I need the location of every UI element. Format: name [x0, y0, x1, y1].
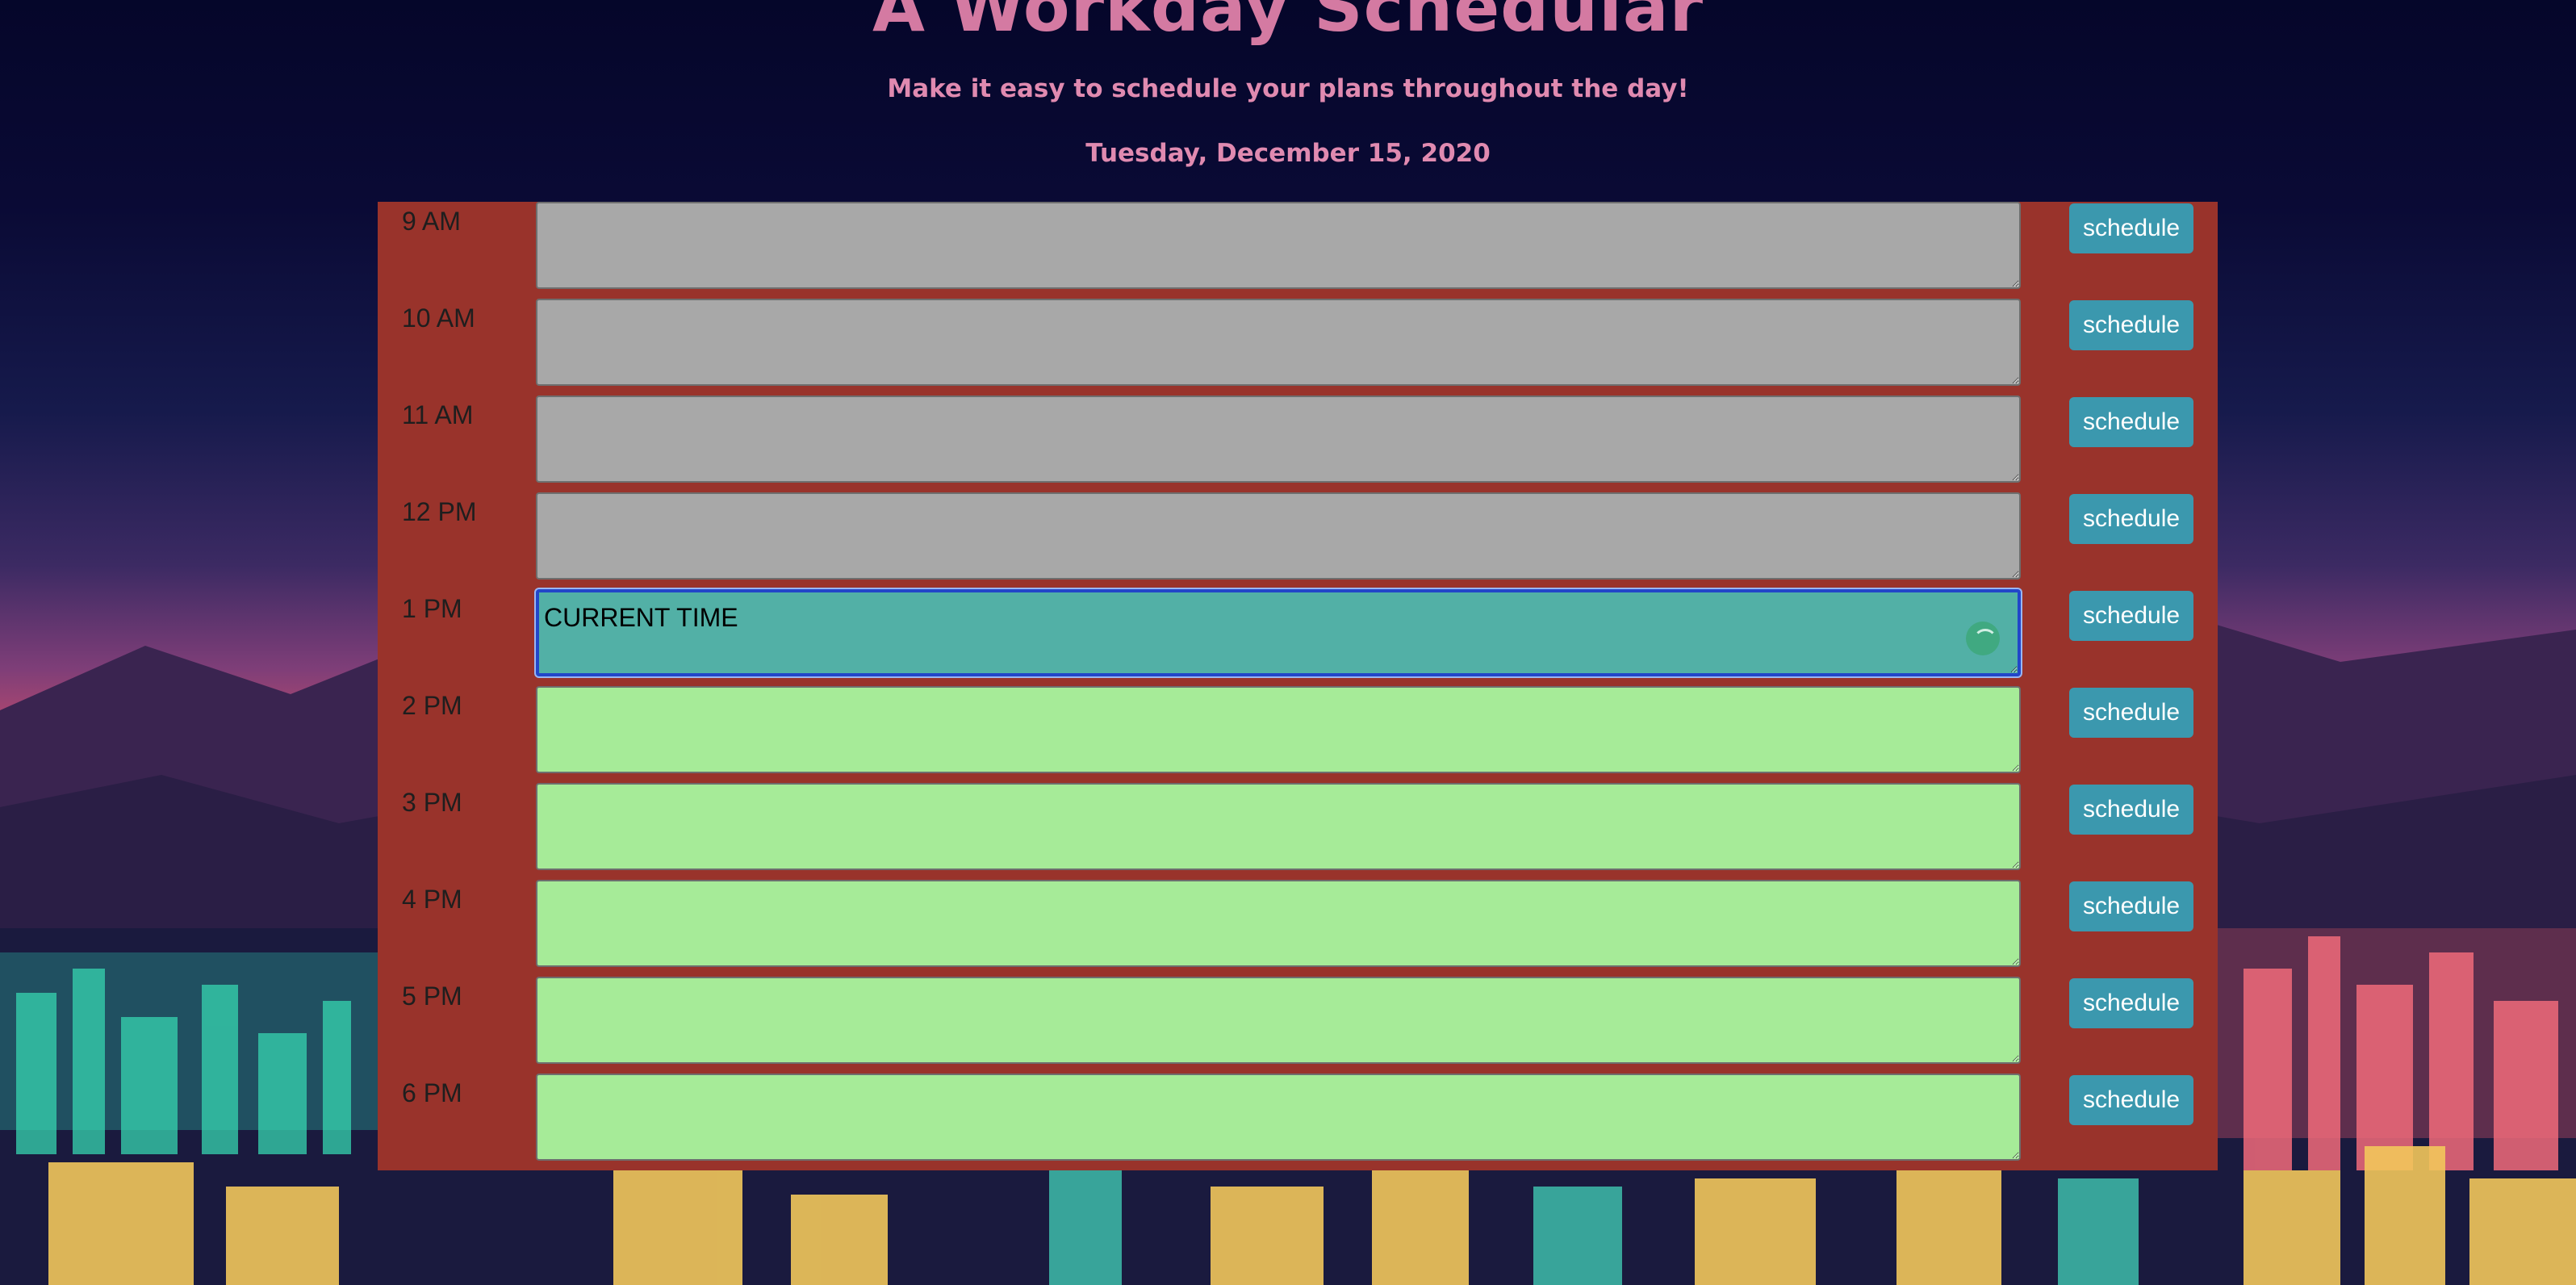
- schedule-button[interactable]: schedule: [2069, 397, 2193, 447]
- hour-label: 6 PM: [402, 1078, 462, 1107]
- event-textarea[interactable]: [536, 880, 2021, 967]
- event-textarea[interactable]: [536, 299, 2021, 386]
- hour-label: 9 AM: [402, 207, 461, 236]
- time-block-row: 2 PM schedule: [378, 686, 2218, 783]
- event-textarea[interactable]: [536, 589, 2021, 676]
- time-block-row: 6 PM schedule: [378, 1074, 2218, 1170]
- hour-label: 5 PM: [402, 982, 462, 1011]
- hour-label: 3 PM: [402, 788, 462, 817]
- loading-spinner-icon: [1966, 622, 2000, 655]
- event-textarea[interactable]: [536, 686, 2021, 773]
- time-block-row: 11 AM schedule: [378, 396, 2218, 492]
- hour-label: 10 AM: [402, 303, 475, 333]
- planner-container: 9 AM schedule 10 AM schedule 11 AM sched…: [378, 202, 2218, 1170]
- site-lead: Make it easy to schedule your plans thro…: [887, 74, 1689, 103]
- hour-label: 2 PM: [402, 691, 462, 720]
- schedule-button[interactable]: schedule: [2069, 1075, 2193, 1125]
- current-day: Tuesday, December 15, 2020: [1085, 139, 1491, 168]
- schedule-button[interactable]: schedule: [2069, 203, 2193, 253]
- event-textarea[interactable]: [536, 396, 2021, 483]
- schedule-button[interactable]: schedule: [2069, 785, 2193, 835]
- time-block-row: 3 PM schedule: [378, 783, 2218, 880]
- hour-label: 4 PM: [402, 885, 462, 914]
- time-block-row: 10 AM schedule: [378, 299, 2218, 396]
- event-textarea[interactable]: [536, 783, 2021, 870]
- site-title: A Workday Schedular: [872, 0, 1704, 47]
- hour-label: 12 PM: [402, 497, 477, 526]
- event-textarea[interactable]: [536, 202, 2021, 289]
- time-block-row: 5 PM schedule: [378, 977, 2218, 1074]
- schedule-button[interactable]: schedule: [2069, 881, 2193, 931]
- hour-label: 11 AM: [402, 400, 474, 429]
- event-textarea[interactable]: [536, 977, 2021, 1064]
- hour-label: 1 PM: [402, 594, 462, 623]
- event-textarea[interactable]: [536, 492, 2021, 580]
- schedule-button[interactable]: schedule: [2069, 494, 2193, 544]
- time-block-row: 4 PM schedule: [378, 880, 2218, 977]
- schedule-button[interactable]: schedule: [2069, 978, 2193, 1028]
- page-header: A Workday Schedular Make it easy to sche…: [0, 0, 2576, 202]
- schedule-button[interactable]: schedule: [2069, 688, 2193, 738]
- time-block-row: 9 AM schedule: [378, 202, 2218, 299]
- time-block-row: 12 PM schedule: [378, 492, 2218, 589]
- event-textarea[interactable]: [536, 1074, 2021, 1161]
- time-block-row: 1 PM schedule: [378, 589, 2218, 686]
- schedule-button[interactable]: schedule: [2069, 591, 2193, 641]
- schedule-button[interactable]: schedule: [2069, 300, 2193, 350]
